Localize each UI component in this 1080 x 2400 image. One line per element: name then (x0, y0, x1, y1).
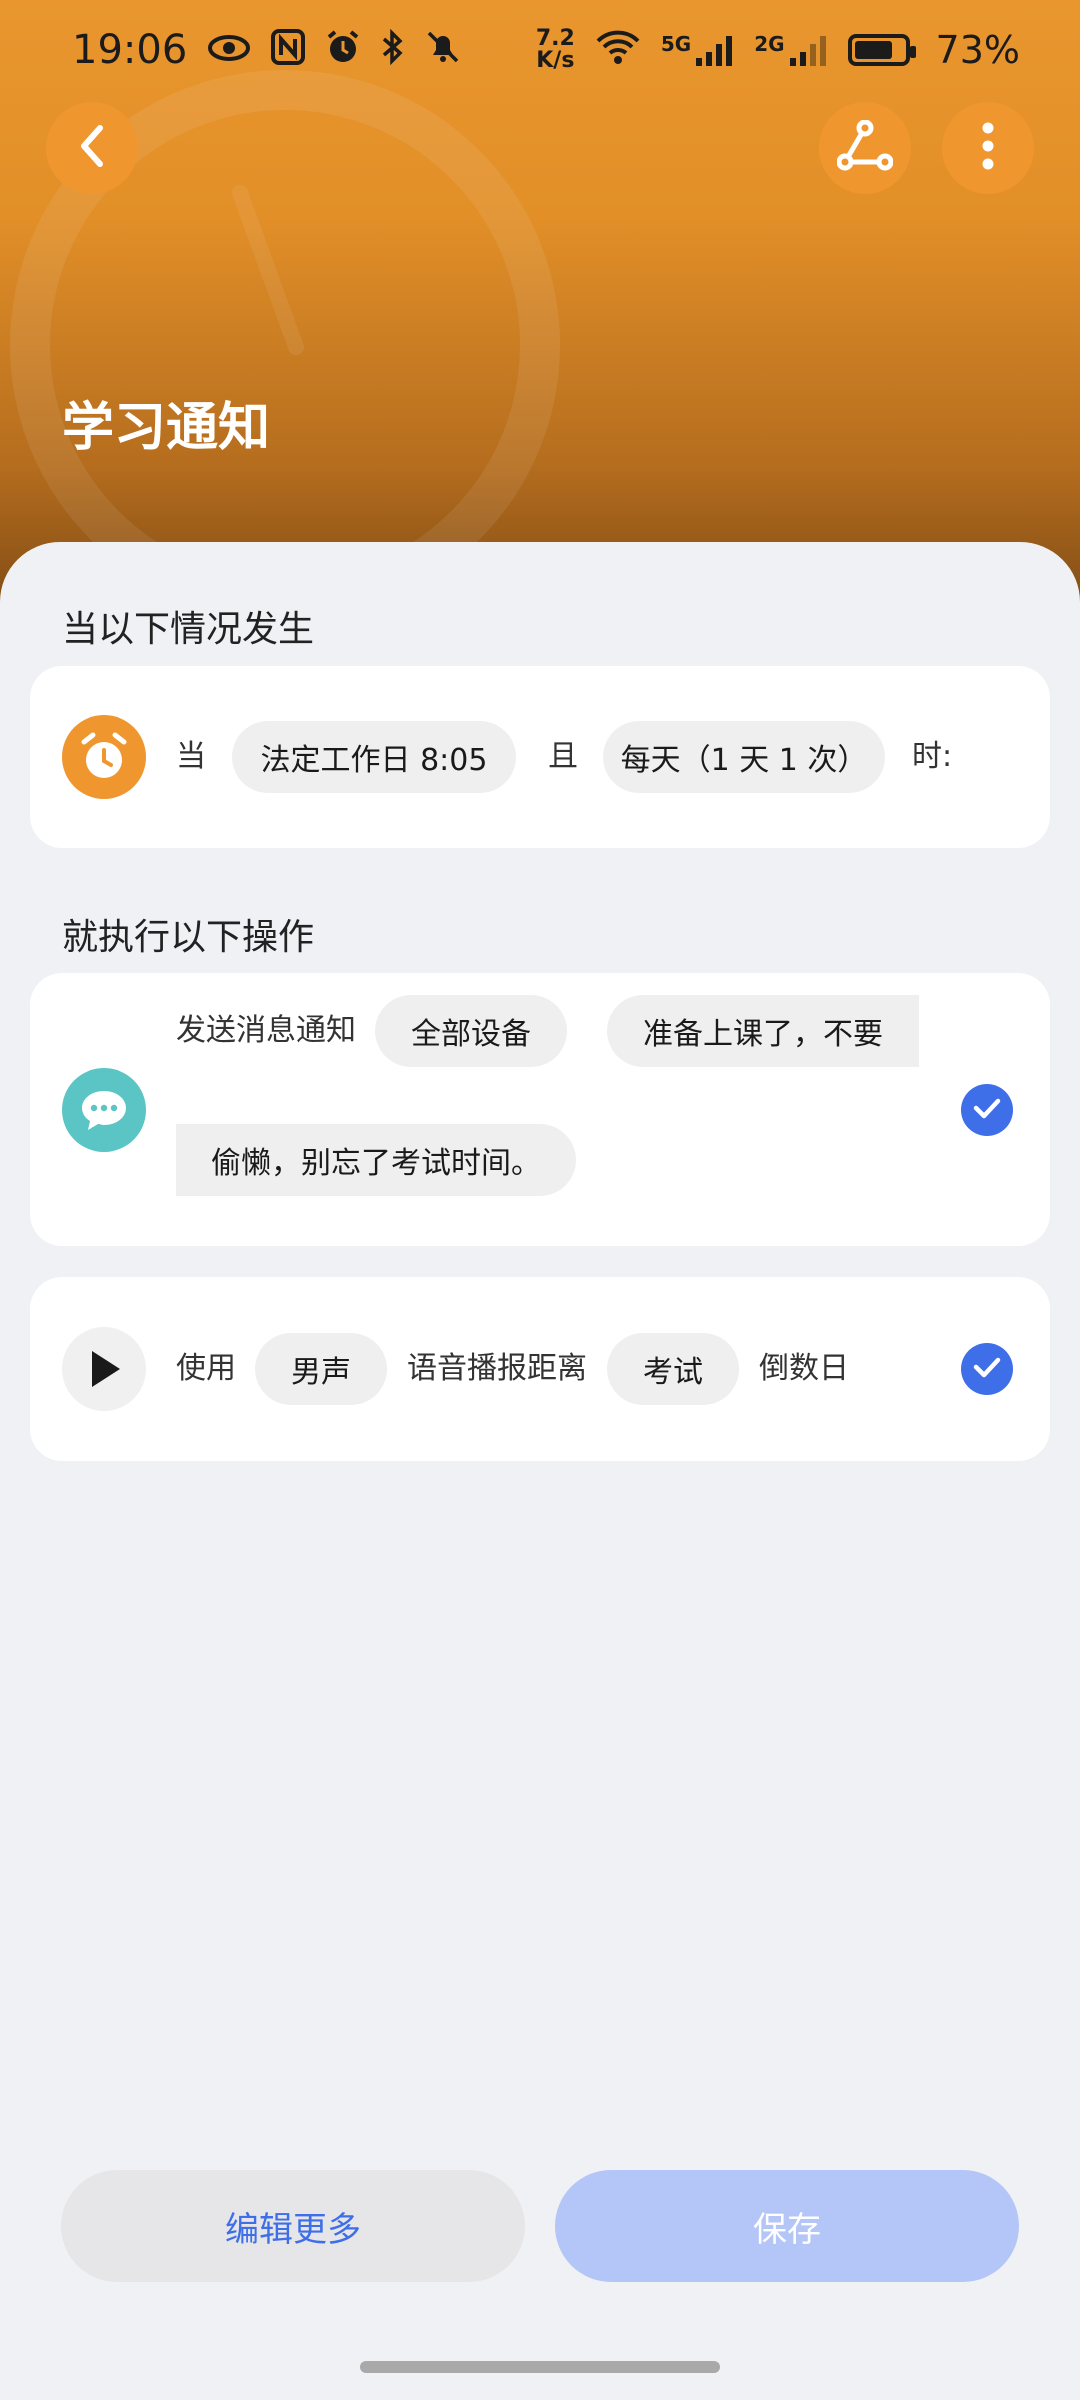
action-section-label: 就执行以下操作 (62, 917, 315, 958)
share-flow-button[interactable] (819, 102, 911, 194)
countdown-event-chip[interactable]: 考试 (607, 1333, 739, 1405)
more-vertical-icon (980, 120, 996, 176)
trigger-card[interactable]: 当 法定工作日 8:05 且 每天（1 天 1 次） 时: (30, 666, 1050, 848)
page-title: 学习通知 (62, 398, 271, 458)
check-icon (972, 1355, 1002, 1383)
more-button[interactable] (942, 102, 1034, 194)
voice-enabled-checkbox[interactable] (961, 1343, 1013, 1395)
trigger-suffix: 时: (912, 739, 953, 774)
alarm-icon (325, 29, 361, 71)
device-target-chip[interactable]: 全部设备 (375, 995, 567, 1067)
signal-2g-icon: 2G (754, 32, 827, 68)
status-time: 19:06 (72, 27, 188, 73)
trigger-conjunction: 且 (548, 739, 578, 774)
play-icon (62, 1327, 146, 1411)
message-chip-line1[interactable]: 准备上课了，不要 (607, 995, 919, 1067)
header-banner: 19:06 7.2 K/s 5G 2G 73% 学习通知 (0, 0, 1080, 620)
trigger-section-label: 当以下情况发生 (62, 609, 315, 650)
notify-action-text: 发送消息通知 (176, 1013, 356, 1048)
voice-type-chip[interactable]: 男声 (255, 1333, 387, 1405)
chat-bubble-icon (62, 1068, 146, 1152)
signal-5g-icon: 5G (661, 32, 734, 68)
home-indicator[interactable] (360, 2361, 720, 2373)
voice-middle-text: 语音播报距离 (407, 1351, 587, 1386)
wifi-icon (595, 26, 641, 75)
status-bar: 19:06 7.2 K/s 5G 2G 73% (0, 0, 1080, 100)
eye-icon (207, 31, 251, 69)
bluetooth-icon (381, 28, 405, 71)
network-speed: 7.2 K/s (535, 26, 575, 73)
check-icon (972, 1096, 1002, 1124)
battery-icon (847, 34, 916, 66)
save-button[interactable]: 保存 (555, 2170, 1019, 2282)
time-condition-chip[interactable]: 法定工作日 8:05 (232, 721, 516, 793)
back-arrow-icon (72, 122, 112, 174)
voice-action-card[interactable]: 使用 男声 语音播报距离 考试 倒数日 (30, 1277, 1050, 1461)
battery-percent: 73% (935, 28, 1020, 72)
voice-prefix: 使用 (176, 1351, 236, 1386)
alarm-clock-icon (62, 715, 146, 799)
edit-more-button[interactable]: 编辑更多 (61, 2170, 525, 2282)
route-share-icon (836, 119, 894, 176)
mute-bell-icon (425, 29, 461, 71)
message-chip-line2[interactable]: 偷懒，别忘了考试时间。 (176, 1124, 576, 1196)
notify-action-card[interactable]: 发送消息通知 全部设备 准备上课了，不要 偷懒，别忘了考试时间。 (30, 973, 1050, 1246)
notify-enabled-checkbox[interactable] (961, 1084, 1013, 1136)
trigger-prefix: 当 (176, 739, 206, 774)
repeat-condition-chip[interactable]: 每天（1 天 1 次） (603, 721, 885, 793)
nfc-icon (271, 29, 306, 71)
back-button[interactable] (46, 102, 138, 194)
voice-suffix: 倒数日 (759, 1351, 849, 1386)
